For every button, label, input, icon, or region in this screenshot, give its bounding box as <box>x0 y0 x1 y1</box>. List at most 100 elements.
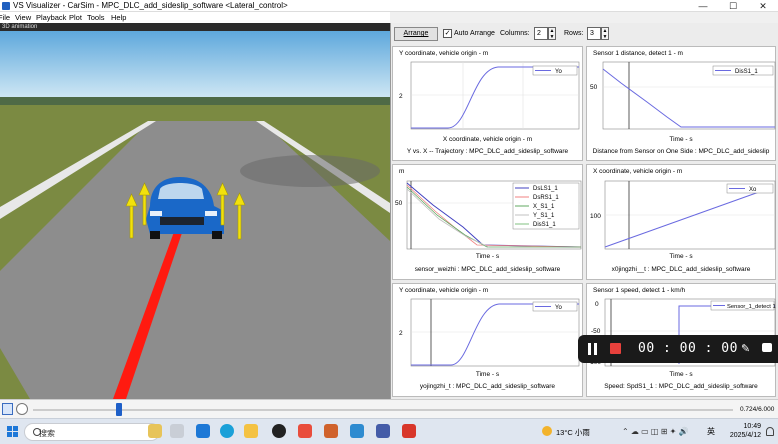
recording-timer: 00 : 00 : 00 <box>638 341 738 356</box>
legend-xs1: X_S1_1 <box>533 204 555 210</box>
camera-icon[interactable] <box>762 343 772 352</box>
legend-dsrs1: DsRS1_1 <box>533 195 559 201</box>
plot-xlabel: Time - s <box>669 136 693 143</box>
legend-yo: Yo <box>555 69 562 75</box>
sky <box>0 31 390 103</box>
animation-scene <box>0 31 390 399</box>
ytick: 0 <box>595 301 599 308</box>
menu-file[interactable]: File <box>0 13 10 22</box>
plot-title: m <box>399 168 405 175</box>
notification-bell-icon[interactable] <box>766 427 774 436</box>
app-icon <box>2 2 10 10</box>
ytick: 50 <box>395 200 403 207</box>
plot-y-coordinate-chart: Yo 2 <box>399 298 580 367</box>
rows-spinner[interactable]: ▲ ▼ <box>601 27 609 40</box>
pause-icon[interactable] <box>588 343 598 355</box>
plot-title: Sensor 1 distance, detect 1 - m <box>593 50 683 57</box>
plot-xlabel: Time - s <box>669 253 693 260</box>
carsim-icon[interactable] <box>376 424 390 438</box>
ytick: 2 <box>399 93 403 100</box>
animation-view[interactable] <box>0 31 390 399</box>
weather-icon <box>542 426 552 436</box>
plot-sensor-distance[interactable]: DisS1_1 50 Sensor 1 distance, detect 1 -… <box>586 46 776 161</box>
plot-caption: Distance from Sensor on One Side : MPC_D… <box>592 148 770 155</box>
columns-spinner[interactable]: ▲ ▼ <box>548 27 556 40</box>
playback-bar: 0.724/6.000 <box>0 399 778 418</box>
stop-record-icon[interactable] <box>610 343 621 354</box>
ytick: 100 <box>590 213 601 220</box>
plot-x-coordinate[interactable]: Xo 100 X coordinate, vehicle origin - m … <box>586 164 776 280</box>
plot-title: X coordinate, vehicle origin - m <box>593 168 683 175</box>
ytick: -50 <box>591 328 601 335</box>
plot-caption: Y vs. X -- Trajectory : MPC_DLC_add_side… <box>406 148 569 155</box>
auto-arrange-checkbox[interactable]: ✓ <box>443 29 452 38</box>
menu-help[interactable]: Help <box>111 13 126 22</box>
app-icon-blue[interactable] <box>350 424 364 438</box>
edge-icon[interactable] <box>220 424 234 438</box>
close-button[interactable]: ✕ <box>748 0 778 12</box>
plot-trajectory[interactable]: Yo 2 Y coordinate, vehicle origin - m X … <box>392 46 583 161</box>
plot-sensor-weizhi[interactable]: DsLS1_1 DsRS1_1 X_S1_1 Y_S1_1 DisS1_1 50… <box>392 164 583 280</box>
plot-trajectory-chart: Yo 2 <box>399 61 580 130</box>
plot-y-coordinate[interactable]: Yo 2 Y coordinate, vehicle origin - m Ti… <box>392 283 583 397</box>
clock[interactable]: 10:49 2025/4/12 <box>719 422 761 440</box>
menu-tools[interactable]: Tools <box>87 13 105 22</box>
screen-recorder-bar: 00 : 00 : 00 ✎ <box>578 335 778 363</box>
loop-button[interactable] <box>16 403 28 415</box>
title-bar: VS Visualizer - CarSim - MPC_DLC_add_sid… <box>0 0 778 12</box>
rows-label: Rows: <box>564 30 584 37</box>
outlook-icon[interactable] <box>196 424 210 438</box>
menu-view[interactable]: View <box>15 13 31 22</box>
menu-playback[interactable]: Playback <box>36 13 66 22</box>
clock-date: 2025/4/12 <box>729 432 761 439</box>
view-label: 3D animation <box>0 23 390 31</box>
widgets-icon[interactable] <box>148 424 162 438</box>
recorder-app-icon[interactable] <box>402 424 416 438</box>
taskbar: 搜索 13°C 小雨 ⌃ ☁ ▭ ◫ ⊞ ✦ 🔊 英 10:49 2025/4/… <box>0 418 778 444</box>
taskbar-search[interactable]: 搜索 <box>24 423 160 441</box>
plot-x-coordinate-chart: Xo 100 <box>590 180 776 250</box>
qq-icon[interactable] <box>272 424 286 438</box>
legend-xo: Xo <box>749 187 757 193</box>
menu-plot[interactable]: Plot <box>69 13 82 22</box>
plot-xlabel: Time - s <box>475 371 500 378</box>
playback-track[interactable] <box>33 409 733 411</box>
matlab-icon[interactable] <box>324 424 338 438</box>
windows-start-icon[interactable] <box>7 426 19 438</box>
plot-caption: x0jingzhi__t : MPC_DLC_add_sideslip_soft… <box>611 266 751 273</box>
plot-caption: yojingzhi_t : MPC_DLC_add_sideslip_softw… <box>419 383 556 390</box>
plot-sensor-weizhi-chart: DsLS1_1 DsRS1_1 X_S1_1 Y_S1_1 DisS1_1 50 <box>395 180 582 250</box>
system-tray-icons[interactable]: ⌃ ☁ ▭ ◫ ⊞ ✦ 🔊 <box>622 427 689 436</box>
search-placeholder: 搜索 <box>39 429 55 438</box>
columns-label: Columns: <box>500 30 530 37</box>
rows-input[interactable]: 3 <box>587 27 601 40</box>
file-explorer-icon[interactable] <box>244 424 258 438</box>
plot-sensor-distance-chart: DisS1_1 50 <box>590 61 776 130</box>
plot-title: Y coordinate, vehicle origin - m <box>399 50 489 57</box>
ytick: 2 <box>399 330 403 337</box>
plot-xlabel: Time - s <box>475 253 500 260</box>
shadow-patch <box>240 155 380 187</box>
playback-time: 0.724/6.000 <box>740 406 775 413</box>
maximize-button[interactable]: ☐ <box>718 0 748 12</box>
ytick: 50 <box>590 84 598 91</box>
app-icon-red[interactable] <box>298 424 312 438</box>
task-view-icon[interactable] <box>170 424 184 438</box>
legend-yo: Yo <box>555 305 562 311</box>
weather-text[interactable]: 13°C 小雨 <box>556 427 590 438</box>
arrange-button[interactable]: Arrange <box>394 27 438 41</box>
window-title: VS Visualizer - CarSim - MPC_DLC_add_sid… <box>13 1 288 10</box>
input-language[interactable]: 英 <box>707 426 715 437</box>
plot-xlabel: X coordinate, vehicle origin - m <box>442 136 533 143</box>
menu-bar: File View Playback Plot Tools Help <box>0 12 390 23</box>
legend-sensor1: Sensor_1_detect 1 <box>727 304 776 310</box>
minimize-button[interactable]: — <box>688 0 718 12</box>
playback-slider-thumb[interactable] <box>116 403 122 416</box>
tree-line <box>0 97 390 105</box>
clock-time: 10:49 <box>743 423 761 430</box>
plot-title: Sensor 1 speed, detect 1 - km/h <box>593 287 686 294</box>
legend-dsls1: DsLS1_1 <box>533 186 558 192</box>
pause-button[interactable] <box>2 403 13 415</box>
columns-input[interactable]: 2 <box>534 27 548 40</box>
pen-icon[interactable]: ✎ <box>741 342 750 355</box>
